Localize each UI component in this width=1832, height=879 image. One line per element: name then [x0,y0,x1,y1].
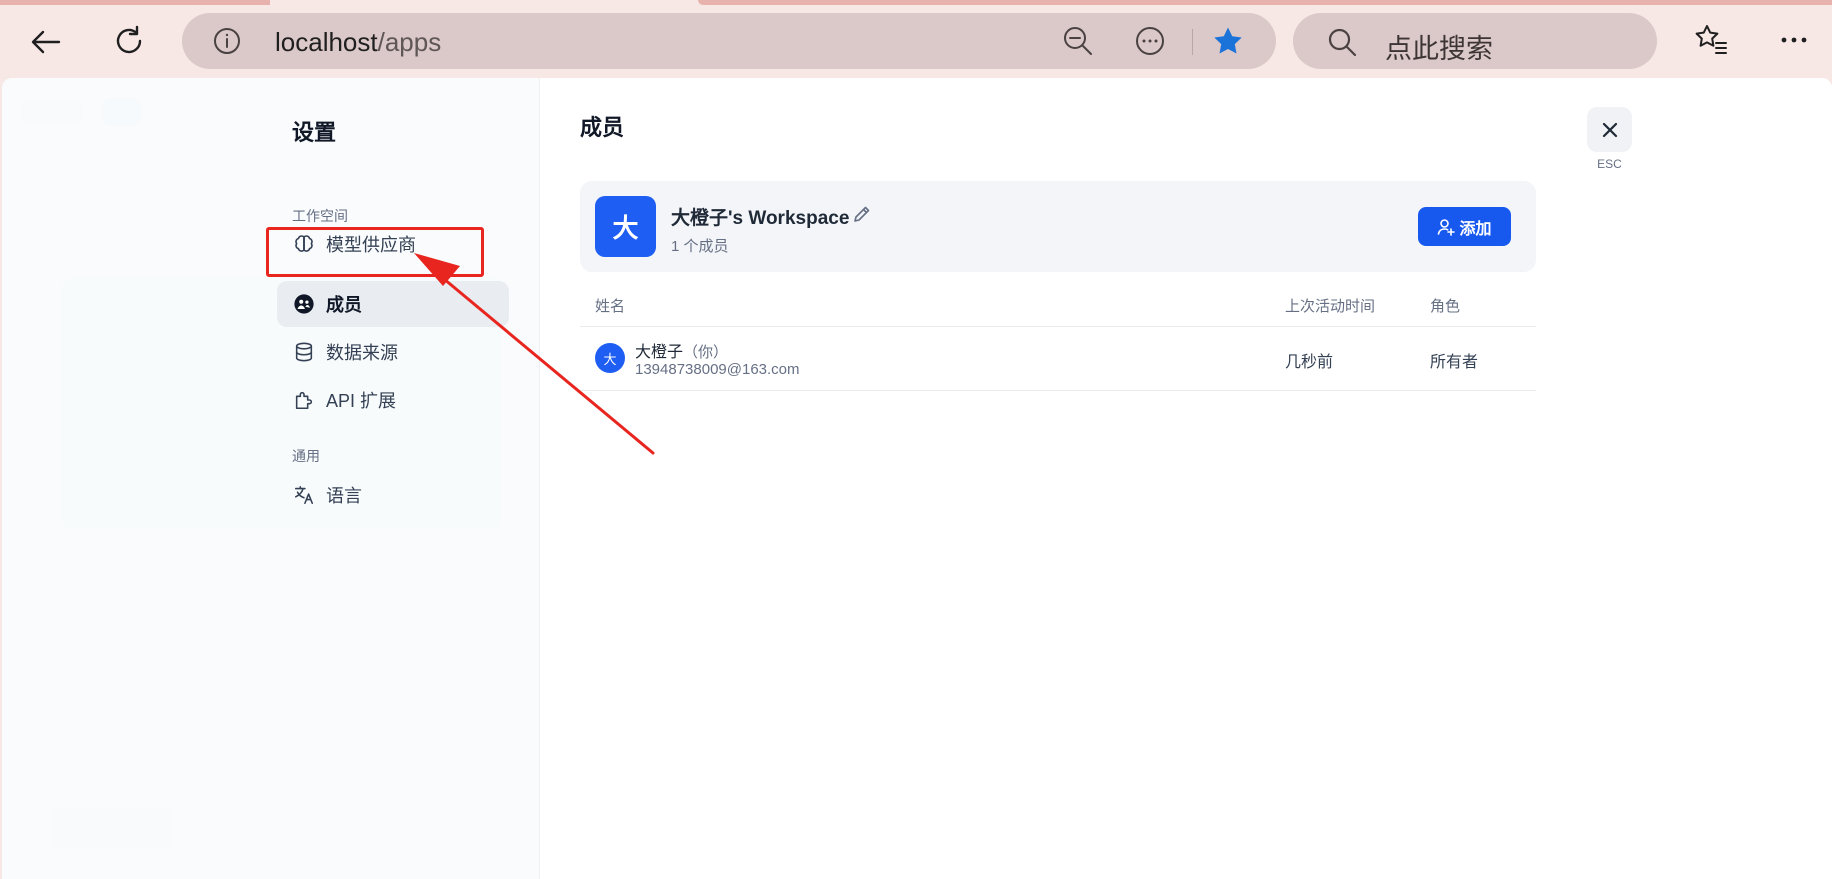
address-bar[interactable]: localhost/apps [182,13,1276,69]
page-title: 成员 [580,115,625,140]
close-button[interactable] [1587,107,1632,152]
address-host: localhost [275,27,378,57]
puzzle-icon [292,388,316,412]
section-general: 通用 [292,448,320,464]
member-name-text: 大橙子 [635,344,684,361]
table-header: 姓名 上次活动时间 角色 [580,295,1536,327]
browser-toolbar: localhost/apps 点此搜索 [0,0,1832,78]
sidebar-item-data-source[interactable]: 数据来源 [277,329,509,375]
edit-pencil-icon[interactable] [852,204,872,224]
member-last-active: 几秒前 [1285,354,1334,371]
sidebar-item-api-extension[interactable]: API 扩展 [277,377,509,423]
add-user-icon [1438,218,1456,236]
you-tag: （你） [683,344,729,361]
workspace-card: 大 大橙子's Workspace 1 个成员 添加 [580,181,1536,272]
browser-menu-button[interactable] [1774,20,1814,60]
member-role[interactable]: 所有者 [1430,348,1478,372]
refresh-button[interactable] [105,18,153,66]
column-name: 姓名 [595,298,626,315]
workspace-member-count: 1 个成员 [671,238,729,255]
sidebar-item-label: 语言 [326,486,362,506]
page-viewport: 设置 工作空间 模型供应商 成员 数据来源 API 扩展 通用 语言 成员 大 … [2,78,1832,879]
address-divider [1192,29,1193,55]
column-last-active: 上次活动时间 [1285,298,1376,315]
table-row: 大 大橙子（你） 13948738009@163.com 几秒前 所有者 [580,327,1536,391]
favorites-button[interactable] [1691,20,1731,60]
back-button[interactable] [22,18,70,66]
sidebar-item-language[interactable]: 语言 [277,472,509,518]
member-name: 大橙子（你） [635,338,728,362]
members-icon [292,292,316,316]
workspace-name: 大橙子's Workspace [671,208,850,229]
favorites-list-icon [1695,25,1727,54]
search-icon [1328,28,1357,57]
more-options-icon[interactable] [1134,25,1166,57]
sidebar-item-model-provider[interactable]: 模型供应商 [277,221,509,267]
browser-search-bar[interactable]: 点此搜索 [1293,13,1657,69]
sidebar-item-label: 成员 [326,295,362,315]
favorite-star-icon[interactable] [1212,25,1244,57]
more-horizontal-icon [1781,37,1807,43]
address-path: /apps [377,27,442,57]
sidebar-item-label: 数据来源 [326,343,398,363]
sidebar-item-label: 模型供应商 [326,235,416,255]
refresh-icon [116,25,142,54]
avatar: 大 [595,343,625,373]
add-member-button[interactable]: 添加 [1418,207,1511,246]
sidebar-item-label: API 扩展 [326,391,397,411]
add-button-label: 添加 [1459,220,1492,238]
translate-icon [292,483,316,507]
members-table: 姓名 上次活动时间 角色 大 大橙子（你） 13948738009@163.co… [580,295,1536,391]
workspace-avatar: 大 [595,196,656,257]
member-email: 13948738009@163.com [635,361,800,378]
address-url[interactable]: localhost/apps [275,27,441,58]
database-icon [292,340,316,364]
settings-title: 设置 [292,120,337,145]
info-icon[interactable] [212,26,242,56]
members-panel: 成员 大 大橙子's Workspace 1 个成员 添加 姓名 上次活动时间 … [540,78,1832,879]
column-role: 角色 [1430,298,1461,315]
search-placeholder: 点此搜索 [1385,34,1493,64]
back-arrow-icon [31,30,61,54]
sidebar-item-members[interactable]: 成员 [277,281,509,327]
settings-sidebar: 设置 工作空间 模型供应商 成员 数据来源 API 扩展 通用 语言 [2,78,540,879]
brain-icon [292,232,316,256]
zoom-out-icon[interactable] [1062,25,1094,57]
esc-label: ESC [1597,157,1622,171]
close-icon [1602,122,1617,137]
